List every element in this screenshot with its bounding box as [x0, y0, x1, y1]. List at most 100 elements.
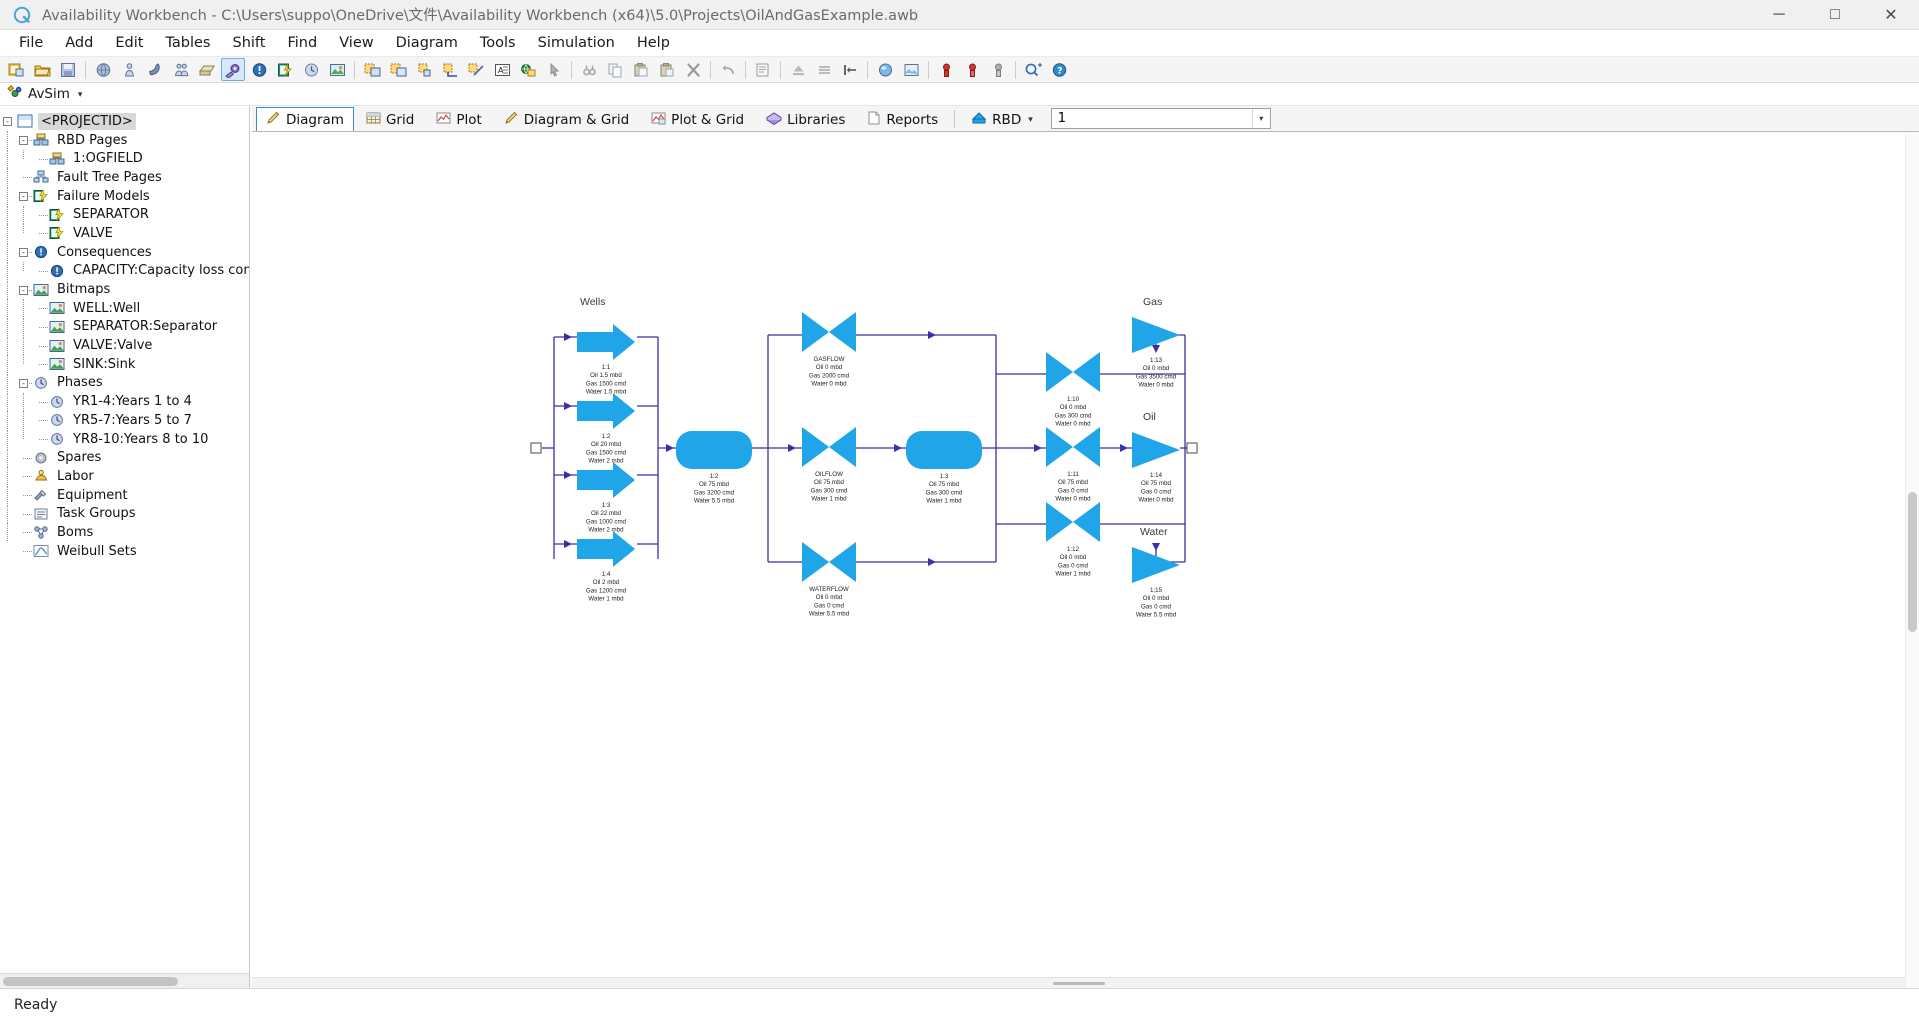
- chevron-down-icon[interactable]: ▾: [1028, 115, 1033, 125]
- bitmap-icon[interactable]: [325, 58, 349, 81]
- tree-item-weibull-sets[interactable]: Weibull Sets: [0, 542, 249, 561]
- gear-simulate-icon[interactable]: [221, 58, 245, 81]
- tree-item-equipment[interactable]: Equipment: [0, 486, 249, 505]
- tree-item-separator[interactable]: SEPARATOR: [0, 205, 249, 224]
- sidebar-horizontal-scrollbar[interactable]: [0, 973, 249, 988]
- chevron-down-icon[interactable]: ▾: [78, 89, 83, 100]
- tab-diagram-grid[interactable]: Diagram & Grid: [494, 107, 639, 131]
- tree-item-boms[interactable]: Boms: [0, 523, 249, 542]
- rbd-block-valve-oilflow[interactable]: OILFLOWOil 75 mbdGas 300 cmd Water 1 mbd: [802, 427, 856, 503]
- sidebar-scroll-thumb[interactable]: [3, 977, 178, 986]
- tree-item-bitmaps[interactable]: - Bitmaps: [0, 280, 249, 299]
- text-box-icon[interactable]: A: [490, 58, 514, 81]
- minimize-button[interactable]: ─: [1751, 0, 1807, 30]
- copy-icon[interactable]: [603, 58, 627, 81]
- menu-item-diagram[interactable]: Diagram: [385, 32, 469, 54]
- tree-item-task-groups[interactable]: Task Groups: [0, 504, 249, 523]
- tree-item-yr5-7-years-5-to-7[interactable]: YR5-7:Years 5 to 7: [0, 411, 249, 430]
- tab-reports[interactable]: Reports: [857, 107, 948, 131]
- tree-item-rbd-pages[interactable]: - RBD Pages: [0, 131, 249, 150]
- people-icon[interactable]: [169, 58, 193, 81]
- tree-item-separator-separator[interactable]: SEPARATOR:Separator: [0, 317, 249, 337]
- list-icon[interactable]: [812, 58, 836, 81]
- end-terminal[interactable]: [1186, 442, 1198, 454]
- tab-grid[interactable]: Grid: [356, 107, 424, 131]
- tree-item-valve[interactable]: VALVE: [0, 224, 249, 243]
- tree-expander-toggle[interactable]: -: [19, 285, 28, 295]
- person-icon[interactable]: [117, 58, 141, 81]
- grid-line-icon[interactable]: [464, 58, 488, 81]
- page-select[interactable]: 1 ▾: [1050, 108, 1271, 129]
- tree-expander-toggle[interactable]: -: [19, 192, 28, 202]
- grey-marker-icon[interactable]: [986, 58, 1010, 81]
- grid-dots-icon[interactable]: [438, 58, 462, 81]
- globe-web-icon[interactable]: [516, 58, 540, 81]
- tree-item-projectid[interactable]: - <PROJECTID>: [0, 112, 249, 131]
- consequence-icon[interactable]: [247, 58, 271, 81]
- menu-item-edit[interactable]: Edit: [104, 32, 154, 54]
- tree-expander-toggle[interactable]: -: [3, 117, 12, 127]
- tree-expander-toggle[interactable]: -: [19, 248, 28, 258]
- tree-item-spares[interactable]: Spares: [0, 448, 249, 467]
- rbd-block-well-1-2[interactable]: 1:2Oil 20 mbdGas 1500 cmd Water 2 mbd: [577, 393, 635, 465]
- menu-item-add[interactable]: Add: [54, 32, 104, 54]
- rbd-block-well-1-1[interactable]: 1:1Oil 1.5 mbdGas 1500 cmd Water 1.5 mbd: [577, 324, 635, 396]
- paste-icon[interactable]: [629, 58, 653, 81]
- tree-item-fault-tree-pages[interactable]: Fault Tree Pages: [0, 168, 249, 187]
- help-icon[interactable]: ?: [1047, 58, 1071, 81]
- pointer-icon[interactable]: [542, 58, 566, 81]
- rbd-block-separator-1-3[interactable]: 1:3Oil 75 mbdGas 300 cmd Water 1 mbd: [906, 431, 982, 505]
- rbd-block-separator-1-2[interactable]: 1:2Oil 75 mbdGas 3200 cmd Water 5.5 mbd: [676, 431, 752, 505]
- clock-phase-icon[interactable]: [299, 58, 323, 81]
- menu-item-file[interactable]: File: [8, 32, 54, 54]
- save-icon[interactable]: [56, 58, 80, 81]
- menu-item-simulation[interactable]: Simulation: [527, 32, 626, 54]
- rbd-block-valve-gasflow[interactable]: GASFLOWOil 0 mbdGas 2000 cmd Water 0 mbd: [802, 312, 856, 388]
- rbd-block-valve-1-10[interactable]: 1:10Oil 0 mbdGas 300 cmd Water 0 mbd: [1046, 352, 1100, 428]
- open-folder-icon[interactable]: [30, 58, 54, 81]
- collapse-left-icon[interactable]: [838, 58, 862, 81]
- chain-icon[interactable]: [577, 58, 601, 81]
- rbd-block-valve-1-12[interactable]: 1:12Oil 0 mbdGas 0 cmd Water 1 mbd: [1046, 502, 1100, 578]
- chevron-down-icon[interactable]: ▾: [1251, 109, 1270, 128]
- tree-item-labor[interactable]: Labor: [0, 467, 249, 486]
- diagram-props-icon[interactable]: [899, 58, 923, 81]
- tab-plot-grid[interactable]: Plot & Grid: [641, 107, 754, 131]
- tab-plot[interactable]: Plot: [426, 107, 491, 131]
- menu-item-view[interactable]: View: [328, 32, 384, 54]
- globe-icon[interactable]: [91, 58, 115, 81]
- maximize-button[interactable]: □: [1807, 0, 1863, 30]
- tree-item-well-well[interactable]: WELL:Well: [0, 299, 249, 318]
- tree-item-yr1-4-years-1-to-4[interactable]: YR1-4:Years 1 to 4: [0, 392, 249, 411]
- tree-expander-toggle[interactable]: -: [19, 136, 28, 146]
- tree-item-capacity-capacity-loss-conseq[interactable]: CAPACITY:Capacity loss conseq: [0, 261, 249, 281]
- canvas-vertical-scrollbar[interactable]: [1905, 132, 1919, 988]
- tree-expander-toggle[interactable]: -: [19, 378, 28, 388]
- close-button[interactable]: ✕: [1863, 0, 1919, 30]
- tree-item-1-ogfield[interactable]: 1:OGFIELD: [0, 149, 249, 168]
- tree-item-valve-valve[interactable]: VALVE:Valve: [0, 336, 249, 355]
- tree-item-failure-models[interactable]: - Failure Models: [0, 187, 249, 206]
- red-marker-b-icon[interactable]: [960, 58, 984, 81]
- tree-item-yr8-10-years-8-to-10[interactable]: YR8-10:Years 8 to 10: [0, 430, 249, 449]
- zoom-q-icon[interactable]: [1021, 58, 1045, 81]
- table-copy-icon[interactable]: [386, 58, 410, 81]
- rbd-dropdown-button[interactable]: RBD ▾: [961, 107, 1043, 131]
- report-icon[interactable]: [751, 58, 775, 81]
- drawer-icon[interactable]: [195, 58, 219, 81]
- canvas-bottom-splitter[interactable]: [252, 977, 1905, 988]
- sphere-blue-icon[interactable]: [873, 58, 897, 81]
- rbd-block-well-1-3[interactable]: 1:3Oil 22 mbdGas 1000 cmd Water 2 mbd: [577, 462, 635, 534]
- boot-icon[interactable]: [143, 58, 167, 81]
- table-in-icon[interactable]: [360, 58, 384, 81]
- tree-item-sink-sink[interactable]: SINK:Sink: [0, 355, 249, 374]
- tree-item-phases[interactable]: - Phases: [0, 373, 249, 393]
- rbd-diagram[interactable]: Wells GasOilWater1:1Oil 1.5 mbdGas 1500 c…: [252, 132, 1909, 952]
- tab-diagram[interactable]: Diagram: [256, 107, 354, 131]
- new-project-icon[interactable]: [4, 58, 28, 81]
- tree-item-consequences[interactable]: - Consequences: [0, 243, 249, 262]
- menu-item-help[interactable]: Help: [626, 32, 681, 54]
- table-small-icon[interactable]: [412, 58, 436, 81]
- menu-item-find[interactable]: Find: [276, 32, 328, 54]
- export-up-icon[interactable]: [786, 58, 810, 81]
